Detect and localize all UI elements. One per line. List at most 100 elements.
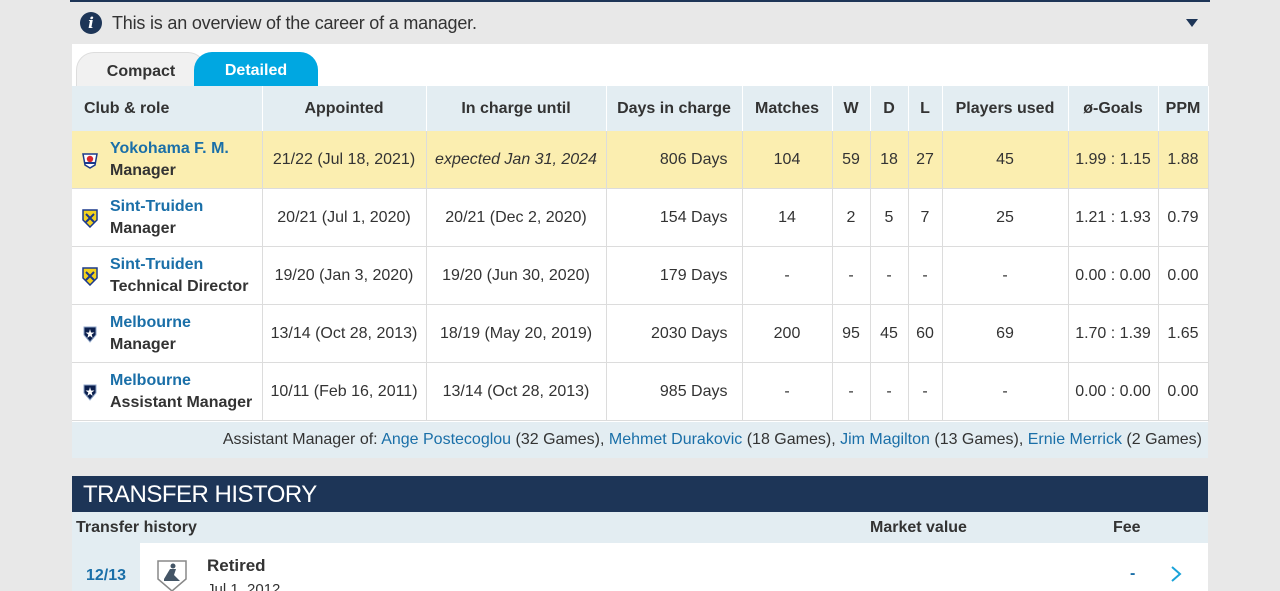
table-row: Sint-Truiden Technical Director 19/20 (J… bbox=[72, 246, 1209, 305]
appointed-cell: 13/14 (Oct 28, 2013) bbox=[262, 304, 427, 363]
club-name-link[interactable]: Sint-Truiden bbox=[110, 196, 203, 218]
sint-truiden-crest-icon[interactable] bbox=[80, 266, 100, 286]
losses-cell: - bbox=[908, 362, 943, 421]
info-text: This is an overview of the career of a m… bbox=[112, 12, 477, 33]
until-cell: 19/20 (Jun 30, 2020) bbox=[426, 246, 607, 305]
col-market-value: Market value bbox=[870, 519, 967, 536]
club-cell: Melbourne Manager bbox=[72, 304, 263, 363]
club-name-link[interactable]: Melbourne bbox=[110, 370, 252, 392]
until-cell: 20/21 (Dec 2, 2020) bbox=[426, 188, 607, 247]
assisted-manager-link[interactable]: Mehmet Durakovic bbox=[609, 431, 742, 448]
transfer-row[interactable]: 12/13 Retired Jul 1, 2012 - bbox=[72, 543, 1208, 591]
matches-link[interactable]: - bbox=[742, 246, 833, 305]
players-link[interactable]: 69 bbox=[942, 304, 1069, 363]
days-cell: 2030 Days bbox=[606, 304, 743, 363]
draws-cell: 5 bbox=[870, 188, 909, 247]
club-cell: Sint-Truiden Manager bbox=[72, 188, 263, 247]
transfer-season: 12/13 bbox=[72, 543, 140, 591]
days-cell: 806 Days bbox=[606, 131, 743, 189]
melbourne-crest-icon[interactable] bbox=[80, 382, 100, 402]
col-players[interactable]: Players used bbox=[942, 86, 1069, 131]
assisted-manager-link[interactable]: Ernie Merrick bbox=[1028, 431, 1122, 448]
assisted-manager-link[interactable]: Ange Postecoglou bbox=[381, 431, 511, 448]
transfer-name: Retired bbox=[207, 556, 266, 575]
days-cell: 985 Days bbox=[606, 362, 743, 421]
goals-cell: 0.00 : 0.00 bbox=[1068, 246, 1159, 305]
club-name-link[interactable]: Yokohama F. M. bbox=[110, 138, 229, 160]
wins-cell: 2 bbox=[832, 188, 871, 247]
matches-link[interactable]: - bbox=[742, 362, 833, 421]
chevron-right-icon[interactable] bbox=[1170, 565, 1182, 583]
club-cell: Sint-Truiden Technical Director bbox=[72, 246, 263, 305]
career-table: Club & role Appointed In charge until Da… bbox=[72, 86, 1209, 421]
matches-link[interactable]: 104 bbox=[742, 131, 833, 189]
info-icon: i bbox=[80, 12, 102, 34]
club-name-link[interactable]: Melbourne bbox=[110, 312, 191, 334]
transfer-history-title: TRANSFER HISTORY bbox=[72, 476, 1208, 512]
transfer-date: Jul 1, 2012 bbox=[207, 581, 281, 591]
assisted-games: (32 Games), bbox=[515, 431, 605, 448]
goals-cell: 1.70 : 1.39 bbox=[1068, 304, 1159, 363]
table-row: Melbourne Assistant Manager 10/11 (Feb 1… bbox=[72, 362, 1209, 421]
tab-detailed[interactable]: Detailed bbox=[194, 52, 318, 90]
col-fee: Fee bbox=[1113, 519, 1141, 536]
chevron-down-icon[interactable] bbox=[1186, 19, 1198, 27]
players-link[interactable]: 25 bbox=[942, 188, 1069, 247]
club-name-link[interactable]: Sint-Truiden bbox=[110, 254, 248, 276]
appointed-cell: 20/21 (Jul 1, 2020) bbox=[262, 188, 427, 247]
wins-cell: 95 bbox=[832, 304, 871, 363]
club-role: Manager bbox=[110, 335, 176, 353]
wins-cell: - bbox=[832, 362, 871, 421]
yokohama-crest-icon[interactable] bbox=[80, 150, 100, 170]
players-link[interactable]: - bbox=[942, 246, 1069, 305]
club-cell: Melbourne Assistant Manager bbox=[72, 362, 263, 421]
transfer-fee: - bbox=[1130, 565, 1136, 582]
assisted-games: (18 Games), bbox=[746, 431, 836, 448]
until-cell: 18/19 (May 20, 2019) bbox=[426, 304, 607, 363]
assisted-games: (2 Games) bbox=[1126, 431, 1202, 448]
col-ppm[interactable]: PPM bbox=[1158, 86, 1209, 131]
info-bar[interactable]: i This is an overview of the career of a… bbox=[70, 2, 1210, 44]
col-club-role[interactable]: Club & role bbox=[72, 86, 263, 131]
goals-cell: 1.99 : 1.15 bbox=[1068, 131, 1159, 189]
assistant-of-label: Assistant Manager of: bbox=[222, 431, 378, 448]
draws-cell: 45 bbox=[870, 304, 909, 363]
table-row: Sint-Truiden Manager 20/21 (Jul 1, 2020)… bbox=[72, 188, 1209, 247]
ppm-cell: 0.00 bbox=[1158, 246, 1209, 305]
col-losses[interactable]: L bbox=[908, 86, 943, 131]
col-goals[interactable]: ø-Goals bbox=[1068, 86, 1159, 131]
transfer-columns-header: Transfer history Market value Fee bbox=[72, 512, 1208, 543]
appointed-cell: 19/20 (Jan 3, 2020) bbox=[262, 246, 427, 305]
matches-link[interactable]: 14 bbox=[742, 188, 833, 247]
days-cell: 179 Days bbox=[606, 246, 743, 305]
players-link[interactable]: 45 bbox=[942, 131, 1069, 189]
col-appointed[interactable]: Appointed bbox=[262, 86, 427, 131]
players-link[interactable]: - bbox=[942, 362, 1069, 421]
col-draws[interactable]: D bbox=[870, 86, 909, 131]
assisted-manager-link[interactable]: Jim Magilton bbox=[840, 431, 930, 448]
losses-cell: 60 bbox=[908, 304, 943, 363]
losses-cell: 7 bbox=[908, 188, 943, 247]
goals-cell: 1.21 : 1.93 bbox=[1068, 188, 1159, 247]
until-cell: expected Jan 31, 2024 bbox=[426, 131, 607, 189]
draws-cell: 18 bbox=[870, 131, 909, 189]
melbourne-crest-icon[interactable] bbox=[80, 324, 100, 344]
goals-cell: 0.00 : 0.00 bbox=[1068, 362, 1159, 421]
appointed-cell: 10/11 (Feb 16, 2011) bbox=[262, 362, 427, 421]
matches-link[interactable]: 200 bbox=[742, 304, 833, 363]
sint-truiden-crest-icon[interactable] bbox=[80, 208, 100, 228]
wins-cell: 59 bbox=[832, 131, 871, 189]
assistant-of-row: Assistant Manager of: Ange Postecoglou (… bbox=[72, 422, 1208, 458]
ppm-cell: 0.79 bbox=[1158, 188, 1209, 247]
career-panel: Compact Detailed Club & role Appointed I… bbox=[72, 44, 1209, 458]
col-matches[interactable]: Matches bbox=[742, 86, 833, 131]
draws-cell: - bbox=[870, 246, 909, 305]
losses-cell: - bbox=[908, 246, 943, 305]
club-role: Manager bbox=[110, 219, 176, 237]
retired-icon bbox=[157, 560, 187, 591]
col-until[interactable]: In charge until bbox=[426, 86, 607, 131]
ppm-cell: 1.88 bbox=[1158, 131, 1209, 189]
col-days[interactable]: Days in charge bbox=[606, 86, 743, 131]
col-wins[interactable]: W bbox=[832, 86, 871, 131]
until-cell: 13/14 (Oct 28, 2013) bbox=[426, 362, 607, 421]
